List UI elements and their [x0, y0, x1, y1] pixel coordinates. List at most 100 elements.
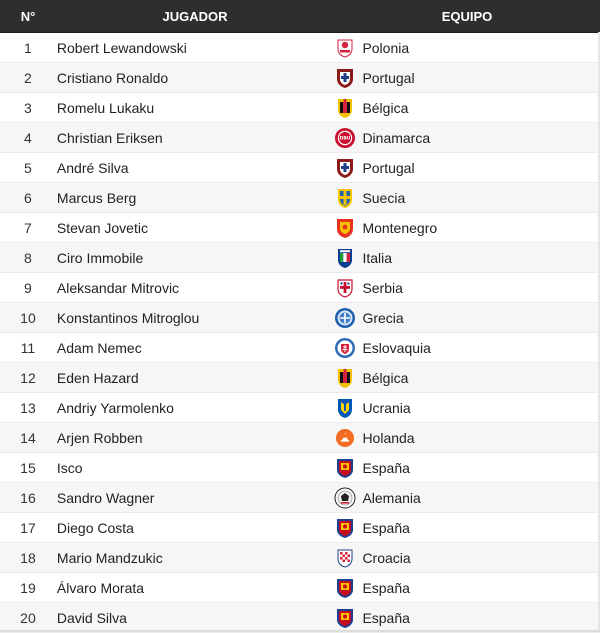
player-name: David Silva [56, 609, 127, 626]
table-row: 4 Christian Eriksen DBU Dinamarca [0, 123, 600, 153]
row-number: 5 [24, 159, 32, 176]
player-name: Stevan Jovetic [56, 219, 148, 236]
table-row: 2 Cristiano Ronaldo Portugal [0, 63, 600, 93]
team-cell: España [334, 517, 600, 539]
team-name: Dinamarca [362, 129, 431, 146]
table-row: 20 David Silva España [0, 603, 600, 633]
player-name: Eden Hazard [56, 369, 139, 386]
team-name: España [362, 579, 410, 596]
table-row: 7 Stevan Jovetic Montenegro [0, 213, 600, 243]
team-cell: DBU Dinamarca [334, 127, 600, 149]
row-number: 2 [24, 69, 32, 86]
team-name: Italia [362, 249, 393, 266]
table-row: 6 Marcus Berg Suecia [0, 183, 600, 213]
team-cell: Bélgica [334, 367, 600, 389]
row-number: 17 [20, 519, 36, 536]
player-name: Cristiano Ronaldo [56, 69, 169, 86]
player-name: Diego Costa [56, 519, 134, 536]
row-number: 15 [20, 459, 36, 476]
table-row: 16 Sandro Wagner Alemania [0, 483, 600, 513]
slovakia-crest-icon [334, 337, 356, 359]
team-cell: Ucrania [334, 397, 600, 419]
team-name: Alemania [362, 489, 421, 506]
team-cell: Holanda [334, 427, 600, 449]
table-row: 9 Aleksandar Mitrovic Serbia [0, 273, 600, 303]
player-name: Marcus Berg [56, 189, 137, 206]
team-name: Portugal [362, 69, 415, 86]
netherlands-crest-icon [334, 427, 356, 449]
team-cell: Grecia [334, 307, 600, 329]
team-cell: Eslovaquia [334, 337, 600, 359]
table-row: 10 Konstantinos Mitroglou Grecia [0, 303, 600, 333]
montenegro-crest-icon [334, 217, 356, 239]
germany-crest-icon [334, 487, 356, 509]
team-name: Bélgica [362, 99, 409, 116]
greece-crest-icon [334, 307, 356, 329]
row-number: 18 [20, 549, 36, 566]
svg-text:DBU: DBU [340, 135, 351, 141]
row-number: 9 [24, 279, 32, 296]
table-row: 3 Romelu Lukaku Bélgica [0, 93, 600, 123]
player-name: Adam Nemec [56, 339, 142, 356]
player-name: André Silva [56, 159, 129, 176]
team-cell: Suecia [334, 187, 600, 209]
team-cell: Portugal [334, 157, 600, 179]
portugal-crest-icon [334, 157, 356, 179]
table-row: 11 Adam Nemec Eslovaquia [0, 333, 600, 363]
belgium-crest-icon [334, 367, 356, 389]
team-cell: Montenegro [334, 217, 600, 239]
team-cell: Serbia [334, 277, 600, 299]
table-row: 15 Isco España [0, 453, 600, 483]
row-number: 3 [24, 99, 32, 116]
team-name: Ucrania [362, 399, 411, 416]
team-name: Croacia [362, 549, 411, 566]
team-name: Eslovaquia [362, 339, 431, 356]
row-number: 7 [24, 219, 32, 236]
player-name: Álvaro Morata [56, 579, 145, 596]
table-row: 12 Eden Hazard Bélgica [0, 363, 600, 393]
team-name: Grecia [362, 309, 404, 326]
serbia-crest-icon [334, 277, 356, 299]
team-cell: España [334, 457, 600, 479]
row-number: 8 [24, 249, 32, 266]
player-name: Sandro Wagner [56, 489, 155, 506]
portugal-crest-icon [334, 67, 356, 89]
table-row: 17 Diego Costa España [0, 513, 600, 543]
croatia-crest-icon [334, 547, 356, 569]
player-name: Christian Eriksen [56, 129, 163, 146]
denmark-crest-icon: DBU [334, 127, 356, 149]
team-cell: Italia [334, 247, 600, 269]
table-body: 1 Robert Lewandowski Polonia 2 Cristiano Ron… [0, 33, 600, 633]
table-row: 1 Robert Lewandowski Polonia [0, 33, 600, 63]
header-team: EQUIPO [441, 8, 493, 24]
table-row: 13 Andriy Yarmolenko Ucrania [0, 393, 600, 423]
team-cell: Alemania [334, 487, 600, 509]
table-header: N° JUGADOR EQUIPO [0, 0, 600, 33]
team-name: España [362, 609, 410, 626]
belgium-crest-icon [334, 97, 356, 119]
player-name: Arjen Robben [56, 429, 143, 446]
team-name: Serbia [362, 279, 403, 296]
team-cell: Bélgica [334, 97, 600, 119]
team-cell: España [334, 577, 600, 599]
row-number: 19 [20, 579, 36, 596]
row-number: 12 [20, 369, 36, 386]
row-number: 20 [20, 609, 36, 626]
team-cell: Portugal [334, 67, 600, 89]
team-name: Montenegro [362, 219, 438, 236]
player-name: Isco [56, 459, 83, 476]
spain-crest-icon [334, 607, 356, 629]
sweden-crest-icon [334, 187, 356, 209]
row-number: 11 [20, 339, 36, 356]
header-player: JUGADOR [162, 8, 228, 24]
team-cell: Croacia [334, 547, 600, 569]
team-name: Bélgica [362, 369, 409, 386]
team-cell: España [334, 607, 600, 629]
italy-crest-icon [334, 247, 356, 269]
player-name: Mario Mandzukic [56, 549, 163, 566]
player-name: Romelu Lukaku [56, 99, 155, 116]
spain-crest-icon [334, 457, 356, 479]
player-name: Konstantinos Mitroglou [56, 309, 200, 326]
player-name: Ciro Immobile [56, 249, 144, 266]
table-row: 19 Álvaro Morata España [0, 573, 600, 603]
